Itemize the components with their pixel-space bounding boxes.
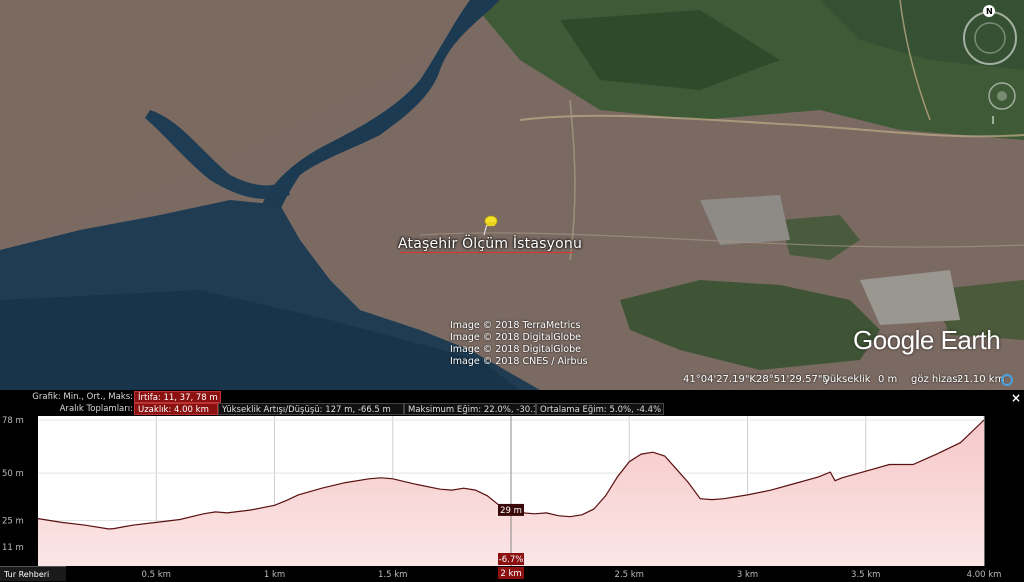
elevation-chart[interactable]: 78 m 50 m 25 m 11 m 0.5 km 1 km 1.5 km 2 km 2.5…	[0, 390, 1024, 581]
y-tick-label: 25 m	[2, 516, 24, 526]
svg-text:-6.7%: -6.7%	[499, 555, 524, 565]
map-pin-icon[interactable]	[481, 214, 499, 236]
x-tick-label: 2.5 km	[615, 570, 644, 580]
cursor-distance-label: 2 km	[498, 567, 524, 579]
compass-icon: N	[963, 5, 1017, 65]
tour-guide-button[interactable]: Tur Rehberi	[0, 566, 66, 581]
attribution-line: Image © 2018 DigitalGlobe	[450, 344, 581, 355]
x-tick-label: 1.5 km	[378, 570, 407, 580]
y-tick-label: 78 m	[2, 416, 24, 426]
path-line	[400, 252, 573, 253]
y-tick-label: 50 m	[2, 469, 24, 479]
x-tick-label: 3.5 km	[851, 570, 880, 580]
google-earth-logo: Google Earth	[853, 325, 1001, 355]
cursor-elevation-label: 29 m	[498, 503, 524, 516]
attribution-line: Image © 2018 DigitalGlobe	[450, 332, 581, 343]
longitude-readout: 28°51'29.57"D	[756, 374, 831, 385]
cursor-slope-label: -6.7%	[498, 553, 524, 565]
x-tick-label: 3 km	[737, 570, 758, 580]
svg-text:2 km: 2 km	[500, 569, 521, 579]
latitude-readout: 41°04'27.19"K	[683, 374, 756, 385]
x-tick-label: 4.00 km	[967, 570, 1002, 580]
y-tick-label: 11 m	[2, 543, 24, 553]
placemark-label[interactable]: Ataşehir Ölçüm İstasyonu	[398, 236, 582, 252]
x-tick-label: 1 km	[264, 570, 285, 580]
attribution-line: Image © 2018 TerraMetrics	[450, 320, 581, 331]
attribution-line: Image © 2018 CNES / Airbus	[450, 356, 588, 367]
elevation-label: yükseklik	[824, 374, 871, 385]
tour-ring-icon[interactable]	[1000, 373, 1014, 387]
svg-text:29 m: 29 m	[500, 506, 522, 516]
elevation-readout: 0 m	[878, 374, 898, 385]
look-joystick-icon	[988, 82, 1016, 110]
compass-letter: N	[986, 7, 993, 16]
elevation-profile-panel: Grafik: Min., Ort., Maks: İrtifa: 11, 37…	[0, 390, 1024, 581]
map-view[interactable]: Ataşehir Ölçüm İstasyonu Image © 2018 Te…	[0, 0, 1024, 390]
x-tick-label: 0.5 km	[142, 570, 171, 580]
navigation-controls[interactable]: N	[960, 4, 1020, 124]
eye-altitude-label: göz hizası	[911, 374, 961, 385]
eye-altitude-readout: 21.10 km	[957, 374, 1005, 385]
